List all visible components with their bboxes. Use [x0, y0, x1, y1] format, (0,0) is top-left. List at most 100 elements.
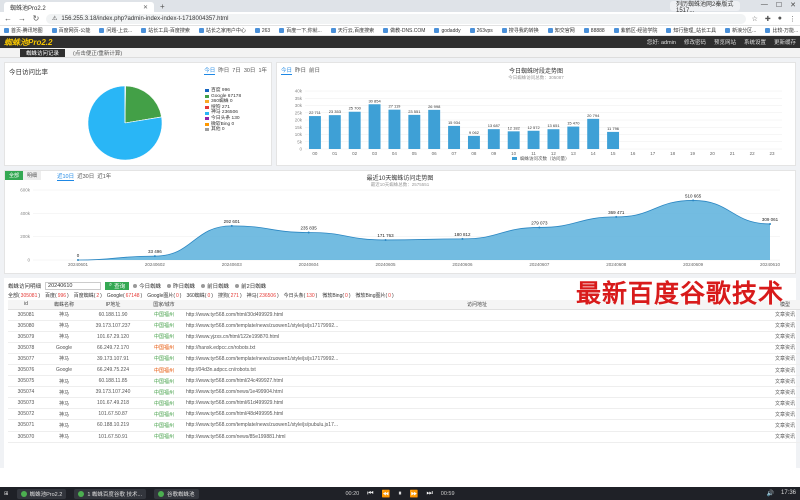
date-input[interactable]: 20240610 — [45, 281, 102, 290]
rewind-icon[interactable]: ⏪ — [382, 490, 391, 498]
bookmark-item[interactable]: godaddy — [434, 28, 461, 34]
table-row[interactable]: 305080 神马 39.173.107.237 中国福州 http://www.tyr… — [8, 320, 800, 332]
cell-url[interactable]: http://www.tyr568.com/template/news/zuow… — [186, 353, 768, 365]
category-filter[interactable]: Google图片(0) — [147, 292, 181, 300]
minimize-icon[interactable]: — — [761, 1, 768, 9]
bookmark-item[interactable]: 站长之家用户中心 — [198, 27, 246, 34]
column-header[interactable]: id — [8, 300, 44, 310]
cell-url[interactable]: http://hanxk.edpcc.cn/robots.txt — [186, 342, 768, 354]
taskbar-app-1[interactable]: 蜘蛛池Pro2.2 — [16, 488, 67, 499]
category-filter[interactable]: 微软Bing(0) — [322, 292, 350, 300]
category-filter[interactable]: 全部(305081) — [8, 292, 40, 300]
bookmark-item[interactable]: 百度一下,你就... — [279, 27, 322, 34]
cell-url[interactable]: http://www.tyr568.com/template/news/zuow… — [186, 320, 768, 332]
table-row[interactable]: 305078 Google 66.249.72.170 中国福州 http://hanx… — [8, 342, 800, 354]
bookmark-item[interactable]: 知交官网 — [547, 27, 575, 34]
table-row[interactable]: 305079 神马 101.67.29.120 中国福州 http://www.yjzx… — [8, 331, 800, 343]
pie-filter[interactable]: 30日 — [244, 66, 256, 75]
back-icon[interactable]: ← — [4, 14, 12, 23]
system-settings-link[interactable]: 系统设置 — [744, 38, 766, 46]
tab-all[interactable]: 全部 — [5, 171, 24, 180]
table-row[interactable]: 305077 神马 39.173.107.91 中国福州 http://www.tyr5… — [8, 353, 800, 365]
trend-filter[interactable]: 近30日 — [77, 172, 94, 181]
bookmark-item[interactable]: 知行整理_站长工具 — [666, 27, 716, 34]
pie-filter[interactable]: 昨日 — [218, 66, 229, 75]
table-row[interactable]: 305074 神马 39.173.107.240 中国福州 http://www.tyr… — [8, 386, 800, 399]
tab-spider-log[interactable]: 蜘蛛访问记录 — [20, 49, 66, 57]
quick-link[interactable]: 前日蜘蛛 — [201, 282, 229, 290]
cell-url[interactable]: http://www.tyr568.com/news/1e499904.html — [186, 386, 768, 399]
tab-close-icon[interactable]: ✕ — [143, 4, 148, 11]
pie-filter[interactable]: 7日 — [232, 66, 241, 75]
browser-tab-active[interactable]: 蜘蛛池Pro2.2 ✕ — [4, 2, 154, 12]
forward-icon[interactable]: ⏩ — [410, 490, 419, 498]
taskbar-app-3[interactable]: 谷歌蜘蛛池 — [154, 488, 199, 499]
cell-url[interactable]: http://04d3n.adpcc.cn/robots.txt — [186, 364, 768, 377]
table-row[interactable]: 305072 神马 101.67.50.87 中国福州 http://www.tyr56… — [8, 408, 800, 421]
column-header[interactable]: 蜘蛛名称 — [44, 300, 84, 310]
menu-icon[interactable]: ⋮ — [789, 15, 796, 23]
tab-detail[interactable]: 明细 — [23, 171, 42, 180]
next-icon[interactable]: ⏭ — [426, 490, 432, 498]
search-button[interactable]: ⌕ 查询 — [105, 281, 130, 290]
pie-filter[interactable]: 1年 — [258, 66, 267, 75]
cell-url[interactable]: http://www.tyr568.com/html/61d499929.htm… — [186, 397, 768, 410]
category-filter[interactable]: 百度蜘蛛(2) — [74, 292, 102, 300]
bookmark-item[interactable]: 首页-腾讯地图 — [4, 27, 43, 34]
column-header[interactable]: IP地址 — [84, 300, 142, 310]
profile-icon[interactable]: ● — [778, 15, 782, 23]
bookmark-item[interactable]: 问题-上云... — [99, 27, 132, 34]
volume-icon[interactable]: 🔊 — [767, 490, 774, 497]
cell-url[interactable]: http://www.tyr568.com/html/24c499927.htm… — [186, 375, 768, 388]
star-icon[interactable]: ☆ — [752, 15, 758, 23]
reload-icon[interactable]: ↻ — [32, 14, 40, 23]
hourly-filter[interactable]: 前日 — [309, 66, 320, 75]
cell-url[interactable]: http://www.tyr568.com/template/news/zuow… — [186, 419, 768, 432]
change-password-link[interactable]: 修改密码 — [684, 38, 706, 46]
start-icon[interactable]: ⊞ — [4, 491, 9, 497]
bookmark-item[interactable]: 搜寻我的转换 — [501, 27, 539, 34]
table-row[interactable]: 305075 神马 60.188.11.85 中国福州 http://www.tyr56… — [8, 375, 800, 388]
hourly-filter[interactable]: 今日 — [281, 66, 293, 75]
tab-recalc[interactable]: (点击便正/重新计算) — [73, 49, 122, 57]
bookmark-item[interactable]: 88888 — [583, 28, 605, 34]
maximize-icon[interactable]: ☐ — [776, 1, 782, 9]
cell-url[interactable]: http://www.tyr568.com/html/48d499995.htm… — [186, 408, 768, 421]
category-filter[interactable]: 今日头条(130) — [284, 292, 318, 300]
quick-link[interactable]: 今日蜘蛛 — [133, 282, 161, 290]
category-filter[interactable]: 百度(996) — [45, 292, 69, 300]
category-filter[interactable]: 微软Bing图片(0) — [355, 292, 393, 300]
taskbar-app-2[interactable]: 1 蜘蛛百度谷歌 技术... — [74, 488, 147, 499]
table-row[interactable]: 305070 神马 101.67.50.91 中国福州 http://www.tyr56… — [8, 431, 800, 443]
bookmark-item[interactable]: 263vps — [469, 28, 493, 34]
category-filter[interactable]: 360蜘蛛(0) — [186, 292, 212, 300]
pie-filter[interactable]: 今日 — [204, 66, 216, 75]
quick-link[interactable]: 前2日蜘蛛 — [235, 282, 266, 290]
category-filter[interactable]: 神马(236506) — [247, 292, 279, 300]
update-cache-link[interactable]: 更新缓存 — [774, 38, 796, 46]
bookmark-item[interactable]: 天行云,百度搜索 — [330, 27, 374, 34]
extension-icon[interactable]: ✚ — [765, 15, 771, 23]
table-row[interactable]: 305071 神马 60.188.10.219 中国福州 http://www.tyr5… — [8, 419, 800, 432]
prev-icon[interactable]: ⏮ — [367, 490, 373, 498]
trend-filter[interactable]: 近1年 — [97, 172, 111, 181]
close-window-icon[interactable]: ✕ — [790, 1, 796, 9]
bookmark-item[interactable]: 做教-DNS.COM — [383, 27, 425, 34]
category-filter[interactable]: 搜狗(271) — [218, 292, 242, 300]
url-field[interactable]: ⚠ 156.255.3.18/index.php?admin-index-ind… — [46, 13, 746, 24]
bookmark-item[interactable]: 站长工具-百度搜索 — [141, 27, 190, 34]
column-header[interactable]: 国家/城市 — [142, 300, 186, 310]
new-tab-icon[interactable]: + — [160, 2, 165, 11]
table-row[interactable]: 305076 Google 66.249.75.224 中国福州 http://04d3… — [8, 364, 800, 377]
quick-link[interactable]: 昨日蜘蛛 — [167, 282, 195, 290]
forward-icon[interactable]: → — [18, 14, 26, 23]
table-row[interactable]: 305073 神马 101.67.49.218 中国福州 http://www.tyr5… — [8, 397, 800, 410]
cell-url[interactable]: http://www.yjzxs.cn/html/122e199870.html — [186, 331, 768, 343]
bookmark-item[interactable]: 263 — [254, 28, 270, 34]
cell-url[interactable]: http://www.tyr568.com/html/30d499929.htm… — [186, 309, 768, 321]
hourly-filter[interactable]: 昨日 — [295, 66, 306, 75]
bookmark-item[interactable]: 比较-万能... — [765, 27, 798, 34]
preview-site-link[interactable]: 预览网站 — [714, 38, 736, 46]
category-filter[interactable]: Google(67148) — [107, 293, 142, 299]
trend-filter[interactable]: 近10日 — [57, 172, 75, 181]
